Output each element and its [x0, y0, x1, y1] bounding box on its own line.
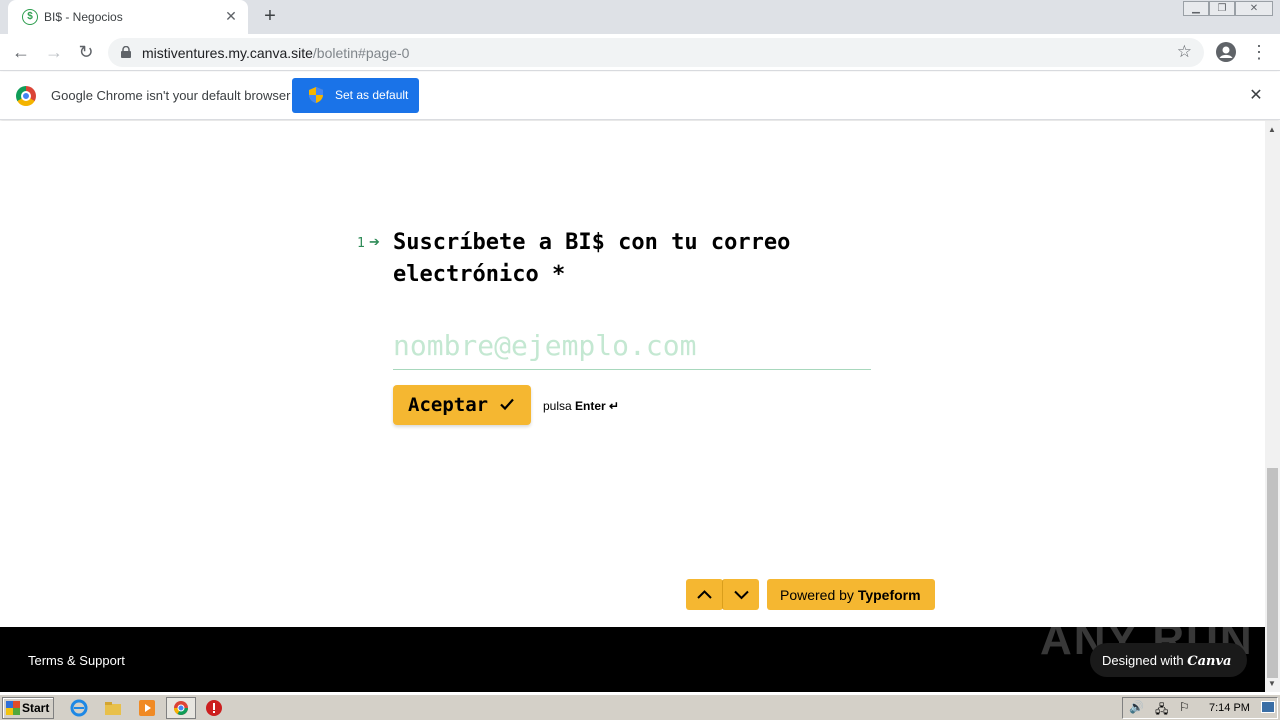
next-question-button[interactable] — [722, 579, 759, 610]
terms-support-link[interactable]: Terms & Support — [28, 653, 125, 668]
start-button[interactable]: Start — [2, 697, 54, 719]
set-as-default-label: Set as default — [335, 88, 409, 102]
powered-by-label: Powered by Typeform — [780, 587, 921, 603]
browser-toolbar: ← → ↻ mistiventures.my.canva.site/boleti… — [0, 34, 1280, 71]
forward-icon[interactable]: → — [42, 40, 66, 64]
scroll-up-icon[interactable]: ▲ — [1268, 125, 1276, 134]
new-tab-icon[interactable]: + — [258, 5, 282, 29]
system-tray: 🔊 🖧 ⚐ 7:14 PM — [1122, 697, 1278, 719]
question-title: Suscríbete a BI$ con tu correo electróni… — [393, 230, 791, 287]
dollar-favicon-icon: $ — [22, 9, 38, 25]
back-icon[interactable]: ← — [9, 40, 33, 64]
chevron-up-icon — [697, 590, 712, 599]
window-close-icon[interactable]: ✕ — [1235, 1, 1273, 16]
canva-brand: Canva — [1187, 654, 1232, 669]
accept-button[interactable]: Aceptar — [393, 385, 531, 425]
chrome-logo-icon — [16, 86, 36, 106]
default-browser-infobar: Google Chrome isn't your default browser… — [0, 72, 1280, 120]
question-arrow-icon: ➔ — [369, 234, 380, 249]
chrome-taskbar-icon — [174, 701, 188, 715]
lock-icon — [121, 46, 131, 58]
designed-prefix: Designed with — [1102, 653, 1188, 668]
hint-prefix: pulsa — [543, 399, 572, 413]
stop-sign-icon[interactable] — [205, 699, 223, 717]
profile-icon[interactable] — [1216, 42, 1236, 62]
typeform-brand: Typeform — [857, 587, 921, 603]
set-as-default-button[interactable]: Set as default — [292, 78, 419, 113]
restore-icon[interactable]: ❐ — [1209, 1, 1235, 16]
hint-key: Enter ↵ — [575, 399, 620, 413]
enter-hint: pulsa Enter ↵ — [543, 399, 619, 413]
email-input[interactable] — [393, 321, 871, 370]
url-text: mistiventures.my.canva.site/boletin#page… — [142, 45, 409, 61]
infobar-message: Google Chrome isn't your default browser — [51, 88, 291, 103]
tab-close-icon[interactable]: ✕ — [222, 7, 240, 25]
designed-with-canva-badge[interactable]: Designed with Canva — [1090, 643, 1247, 677]
browser-tab[interactable]: $ BI$ - Negocios ✕ — [8, 0, 248, 34]
tab-strip: $ BI$ - Negocios ✕ + ▁ ❐ ✕ — [0, 0, 1280, 34]
site-footer: Terms & Support ANY RUN Designed with Ca… — [0, 615, 1265, 692]
powered-by-prefix: Powered by — [780, 587, 858, 603]
chevron-down-icon — [734, 590, 749, 600]
scroll-thumb[interactable] — [1267, 468, 1278, 678]
previous-question-button[interactable] — [686, 579, 723, 610]
tab-title: BI$ - Negocios — [44, 10, 123, 24]
designed-with-label: Designed with Canva — [1102, 653, 1231, 669]
network-icon[interactable]: 🖧 — [1155, 700, 1168, 721]
uac-shield-icon — [309, 87, 323, 103]
infobar-close-icon[interactable]: ✕ — [1246, 86, 1266, 106]
bookmark-star-icon[interactable]: ☆ — [1177, 42, 1192, 62]
windows-taskbar: Start 🔊 🖧 ⚐ 7:14 PM — [0, 694, 1280, 720]
question-number: 1 — [357, 236, 365, 251]
minimize-icon[interactable]: ▁ — [1183, 1, 1209, 16]
chrome-taskbar-button[interactable] — [166, 697, 196, 719]
typeform-page: 1 ➔ Suscríbete a BI$ con tu correo elect… — [0, 121, 1265, 627]
file-explorer-icon[interactable] — [104, 699, 122, 717]
media-player-icon[interactable] — [138, 699, 156, 717]
action-center-flag-icon[interactable]: ⚐ — [1179, 700, 1190, 714]
volume-icon[interactable]: 🔊 — [1129, 700, 1144, 714]
scroll-down-icon[interactable]: ▼ — [1268, 679, 1276, 688]
page-scrollbar[interactable]: ▲ ▼ — [1265, 121, 1280, 692]
show-desktop-icon[interactable] — [1261, 701, 1275, 713]
url-path: /boletin#page-0 — [312, 45, 410, 61]
start-label: Start — [22, 701, 50, 715]
reload-icon[interactable]: ↻ — [74, 40, 98, 64]
chrome-menu-icon[interactable]: ⋮ — [1250, 40, 1268, 64]
address-bar[interactable]: mistiventures.my.canva.site/boletin#page… — [108, 38, 1204, 67]
clock[interactable]: 7:14 PM — [1209, 702, 1250, 714]
internet-explorer-icon[interactable] — [70, 699, 88, 717]
windows-flag-icon — [6, 701, 20, 715]
checkmark-icon — [500, 398, 514, 411]
accept-label: Aceptar — [408, 394, 489, 416]
url-host: mistiventures.my.canva.site — [142, 45, 313, 61]
powered-by-typeform-badge[interactable]: Powered by Typeform — [767, 579, 935, 610]
